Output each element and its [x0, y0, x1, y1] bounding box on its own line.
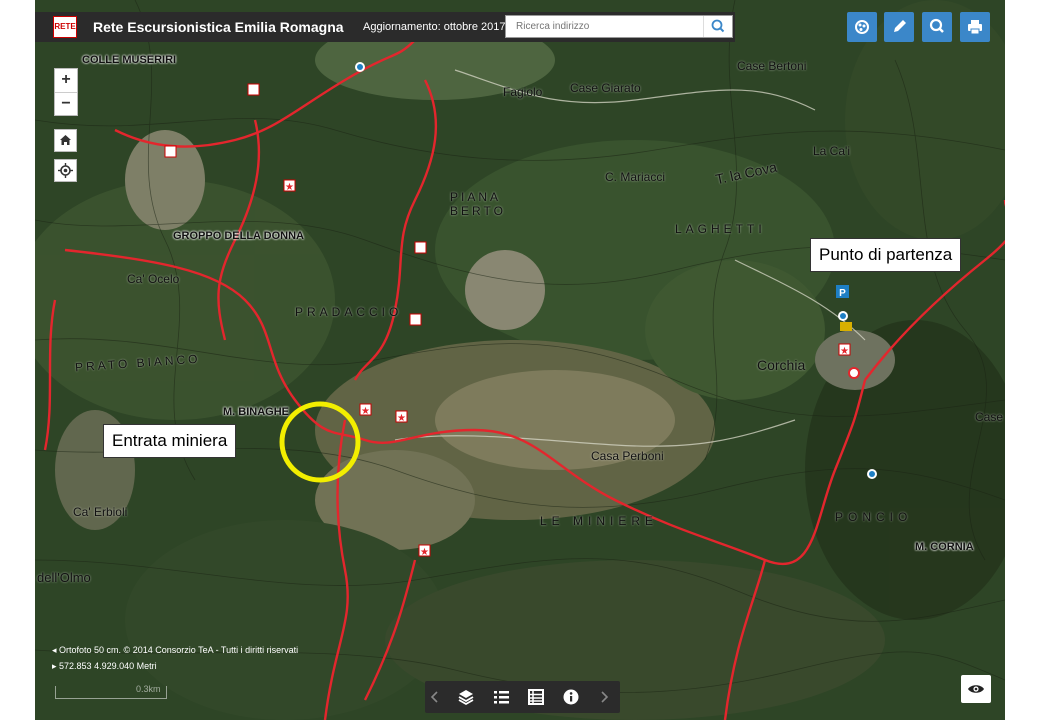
prev-button[interactable] — [427, 685, 443, 709]
label-dell-olmo: dell'Olmo — [37, 570, 91, 585]
callout-start-point: Punto di partenza — [810, 238, 962, 272]
legend-button[interactable] — [489, 685, 513, 709]
print-icon — [968, 20, 982, 35]
label-ca-ocelo: Ca' Ocelo — [127, 272, 180, 286]
map-frame[interactable]: ★ ★ ★ ★ ★ P COLLE MUSERIRI GROPPO DELLA … — [35, 0, 1005, 720]
label-pradaccio: PRADACCIO — [295, 305, 403, 319]
layers-button[interactable] — [454, 685, 478, 709]
label-la-ca: La Ca'i — [813, 144, 850, 158]
list-icon — [494, 691, 509, 704]
svg-text:★: ★ — [420, 547, 429, 558]
home-button[interactable] — [54, 129, 77, 152]
svg-text:★: ★ — [361, 406, 370, 417]
app-title: Rete Escursionistica Emilia Romagna — [93, 19, 344, 35]
info-icon — [563, 689, 579, 705]
layers-tool-button[interactable] — [847, 12, 877, 42]
coordinates-toggle-icon[interactable]: ▸ — [52, 661, 59, 671]
zoom-control: + − — [54, 68, 78, 116]
label-case: Case — [975, 410, 1004, 424]
svg-text:P: P — [839, 288, 846, 299]
attribution-text: ◂ Ortofoto 50 cm. © 2014 Consorzio TeA -… — [52, 645, 298, 656]
zoom-out-button[interactable]: − — [55, 93, 77, 116]
search-icon — [929, 18, 944, 33]
draw-tool-button[interactable] — [884, 12, 914, 42]
callout-mine-entrance: Entrata miniera — [103, 424, 237, 458]
address-search — [505, 15, 733, 38]
label-ca-erbioli: Ca' Erbioli — [73, 505, 128, 519]
coordinates-readout: ▸ 572.853 4.929.040 Metri — [52, 661, 157, 672]
pencil-icon — [894, 20, 906, 32]
info-button[interactable] — [559, 685, 583, 709]
chevron-left-icon — [430, 691, 438, 703]
home-icon — [60, 135, 71, 145]
update-date: Aggiornamento: ottobre 2017 — [363, 21, 506, 33]
zoom-in-button[interactable]: + — [55, 69, 77, 93]
scale-bar: 0.3km — [55, 684, 167, 699]
rete-logo[interactable]: RETE — [53, 16, 77, 38]
search-button[interactable] — [703, 16, 732, 37]
scale-label: 0.3km — [136, 684, 161, 694]
label-laghetti: LAGHETTI — [675, 222, 766, 236]
label-poncio: PONCIO — [835, 510, 913, 524]
coordinates-label: 572.853 4.929.040 Metri — [59, 661, 157, 671]
layers-stack-icon — [458, 690, 474, 706]
header-bar: RETE Rete Escursionistica Emilia Romagna… — [35, 12, 735, 42]
bottom-toolbar — [425, 681, 620, 713]
label-case-bertoni: Case Bertoni — [737, 59, 807, 73]
label-case-giarato: Case Giarato — [570, 81, 641, 95]
svg-text:★: ★ — [840, 346, 849, 357]
attribution-label: Ortofoto 50 cm. © 2014 Consorzio TeA - T… — [59, 645, 299, 655]
table-button[interactable] — [524, 685, 548, 709]
svg-text:★: ★ — [397, 413, 406, 424]
label-colle-museriri: COLLE MUSERIRI — [82, 54, 177, 66]
locate-button[interactable] — [54, 159, 77, 182]
visibility-toggle-button[interactable] — [961, 675, 991, 703]
label-fagiolo: Fagiolo — [503, 85, 543, 99]
label-case-perboni: Casa Perboni — [591, 449, 664, 463]
next-button[interactable] — [596, 685, 612, 709]
label-m-cornia: M. CORNIA — [915, 541, 974, 553]
svg-text:★: ★ — [285, 182, 294, 193]
label-groppo-della-donna: GROPPO DELLA DONNA — [173, 230, 304, 242]
search-tool-button[interactable] — [922, 12, 952, 42]
chevron-right-icon — [601, 691, 609, 703]
search-input[interactable] — [514, 16, 708, 37]
print-tool-button[interactable] — [960, 12, 990, 42]
locate-icon — [58, 163, 73, 178]
label-corchia: Corchia — [757, 357, 806, 373]
label-piana-berto: PIANA BERTO — [450, 190, 506, 218]
label-c-mariacci: C. Mariacci — [605, 170, 666, 184]
eye-icon — [968, 685, 984, 693]
label-le-miniere: LE MINIERE — [540, 514, 659, 528]
label-m-binaghe: M. BINAGHE — [223, 406, 289, 418]
layers-icon — [855, 20, 869, 34]
table-icon — [528, 689, 544, 705]
attribution-toggle-icon[interactable]: ◂ — [52, 645, 59, 655]
search-icon — [711, 19, 725, 33]
